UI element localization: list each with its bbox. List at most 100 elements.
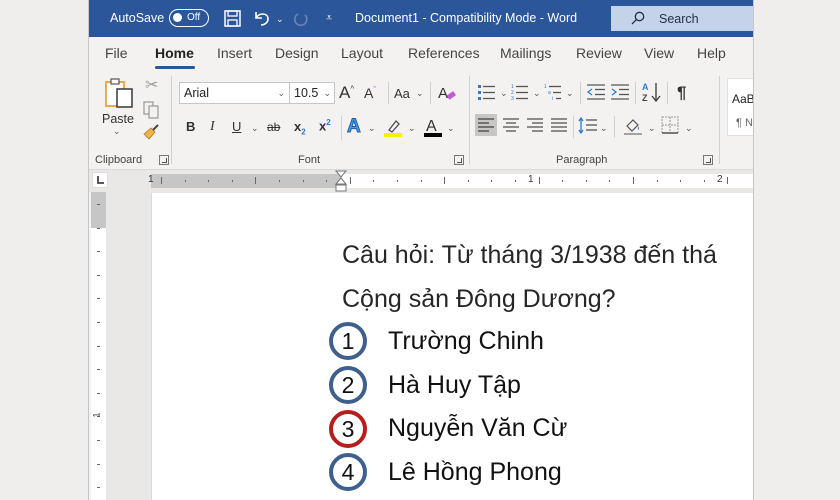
- vertical-ruler: 1: [91, 192, 106, 500]
- ruler-number: 1: [528, 174, 534, 185]
- question-line-1: Câu hỏi: Từ tháng 3/1938 đến thá: [342, 241, 717, 269]
- tab-mailings[interactable]: Mailings: [500, 45, 551, 61]
- word-window: AutoSave Off ⌄ ⩡ Document1 - Compatibili…: [88, 0, 754, 500]
- copy-icon[interactable]: [143, 101, 159, 124]
- format-painter-icon[interactable]: [142, 124, 160, 147]
- decrease-indent-icon[interactable]: [586, 84, 605, 105]
- paste-icon[interactable]: [104, 77, 136, 114]
- tab-layout[interactable]: Layout: [341, 45, 383, 61]
- customize-toolbar-icon[interactable]: ⩡: [326, 12, 332, 25]
- change-case-dropdown-icon[interactable]: ⌄: [416, 88, 424, 99]
- sort-icon[interactable]: AZ: [642, 81, 662, 108]
- ruler-tick: [97, 369, 100, 371]
- show-paragraph-marks-icon[interactable]: ¶: [677, 84, 686, 101]
- multilevel-list-icon[interactable]: 1ai: [544, 83, 562, 106]
- font-color-icon[interactable]: A: [423, 116, 443, 143]
- ruler-tick: [444, 177, 446, 184]
- align-left-button[interactable]: [475, 114, 497, 136]
- paste-dropdown-icon[interactable]: ⌄: [113, 126, 121, 137]
- ruler-tick: [326, 180, 328, 182]
- ruler-tick: [97, 298, 100, 300]
- font-dialog-launcher-icon[interactable]: [454, 155, 464, 165]
- bullets-icon[interactable]: [478, 84, 496, 105]
- highlight-icon[interactable]: [383, 117, 403, 142]
- borders-icon[interactable]: [661, 116, 679, 139]
- align-center-button[interactable]: [500, 114, 522, 141]
- tab-references[interactable]: References: [408, 45, 480, 61]
- tab-design[interactable]: Design: [275, 45, 319, 61]
- ruler-tick: [397, 180, 398, 182]
- ruler-tick: [727, 177, 729, 184]
- undo-dropdown-icon[interactable]: ⌄: [276, 14, 284, 25]
- style-preview-text: AaB: [732, 92, 754, 106]
- underline-dropdown-icon[interactable]: ⌄: [251, 123, 259, 134]
- ruler-tick: [97, 345, 100, 347]
- undo-icon[interactable]: [252, 9, 272, 30]
- ruler-tick: [97, 487, 100, 489]
- search-placeholder: Search: [659, 12, 699, 26]
- group-separator: [719, 76, 720, 164]
- numbering-icon[interactable]: 123: [511, 83, 529, 106]
- separator: [580, 82, 581, 104]
- font-color-dropdown-icon[interactable]: ⌄: [447, 123, 455, 134]
- highlight-dropdown-icon[interactable]: ⌄: [408, 123, 416, 134]
- ruler-text-area: [341, 174, 753, 188]
- text-effects-icon[interactable]: A: [347, 117, 362, 137]
- tab-help[interactable]: Help: [697, 45, 726, 61]
- ruler-number: 1: [148, 174, 154, 185]
- ribbon-tabs: File Home Insert Design Layout Reference…: [89, 37, 753, 70]
- shrink-font-icon[interactable]: Aˇ: [364, 86, 376, 100]
- save-icon[interactable]: [224, 10, 241, 30]
- ruler-tick: [255, 177, 257, 184]
- font-name-select[interactable]: Arial ⌄: [179, 82, 290, 104]
- ruler-tick: [420, 180, 422, 182]
- italic-button[interactable]: I: [210, 120, 215, 134]
- tab-home[interactable]: Home: [155, 45, 194, 61]
- ruler-tick: [538, 177, 540, 184]
- increase-indent-icon[interactable]: [611, 84, 629, 105]
- clipboard-dialog-launcher-icon[interactable]: [159, 155, 169, 165]
- option-number-circle: 4: [329, 453, 367, 491]
- search-box[interactable]: Search: [611, 6, 753, 31]
- ruler-tick: [680, 180, 682, 182]
- option-text: Lê Hồng Phong: [388, 458, 562, 486]
- tab-review[interactable]: Review: [576, 45, 622, 61]
- ruler-tick: [491, 180, 493, 182]
- bullets-dropdown-icon[interactable]: ⌄: [500, 88, 508, 99]
- multilevel-dropdown-icon[interactable]: ⌄: [566, 88, 574, 99]
- autosave-state: Off: [187, 12, 201, 23]
- cut-icon[interactable]: ✂: [145, 78, 158, 94]
- tab-insert[interactable]: Insert: [217, 45, 252, 61]
- numbering-dropdown-icon[interactable]: ⌄: [533, 88, 541, 99]
- justify-button[interactable]: [548, 114, 570, 141]
- paragraph-dialog-launcher-icon[interactable]: [703, 155, 713, 165]
- shading-dropdown-icon[interactable]: ⌄: [648, 123, 656, 134]
- align-right-button[interactable]: [524, 114, 546, 141]
- strikethrough-button[interactable]: ab: [267, 121, 280, 133]
- line-spacing-icon[interactable]: [578, 116, 598, 141]
- tab-file[interactable]: File: [105, 45, 128, 61]
- text-effects-dropdown-icon[interactable]: ⌄: [368, 123, 376, 134]
- paste-label[interactable]: Paste: [102, 112, 134, 126]
- ruler-left-margin: [151, 174, 341, 188]
- tab-selector-button[interactable]: [92, 172, 108, 188]
- redo-icon[interactable]: [292, 10, 310, 31]
- superscript-button[interactable]: x2: [319, 119, 331, 133]
- line-spacing-dropdown-icon[interactable]: ⌄: [600, 123, 608, 134]
- font-size-select[interactable]: 10.5 ⌄: [289, 82, 335, 104]
- style-normal[interactable]: AaB ¶ N: [727, 78, 754, 136]
- change-case-button[interactable]: Aa: [394, 87, 410, 100]
- borders-dropdown-icon[interactable]: ⌄: [685, 123, 693, 134]
- bold-button[interactable]: B: [186, 120, 195, 133]
- svg-text:A: A: [438, 85, 448, 102]
- ruler-tick: [585, 180, 587, 182]
- shading-icon[interactable]: [623, 116, 643, 141]
- document-page[interactable]: Câu hỏi: Từ tháng 3/1938 đến thá Cộng sả…: [151, 193, 753, 500]
- svg-text:3: 3: [511, 96, 514, 101]
- grow-font-icon[interactable]: A^: [339, 84, 354, 101]
- autosave-toggle[interactable]: Off: [169, 9, 209, 27]
- clear-formatting-icon[interactable]: A: [437, 83, 457, 108]
- tab-view[interactable]: View: [644, 45, 674, 61]
- underline-button[interactable]: U: [232, 120, 241, 133]
- subscript-button[interactable]: x2: [294, 120, 306, 137]
